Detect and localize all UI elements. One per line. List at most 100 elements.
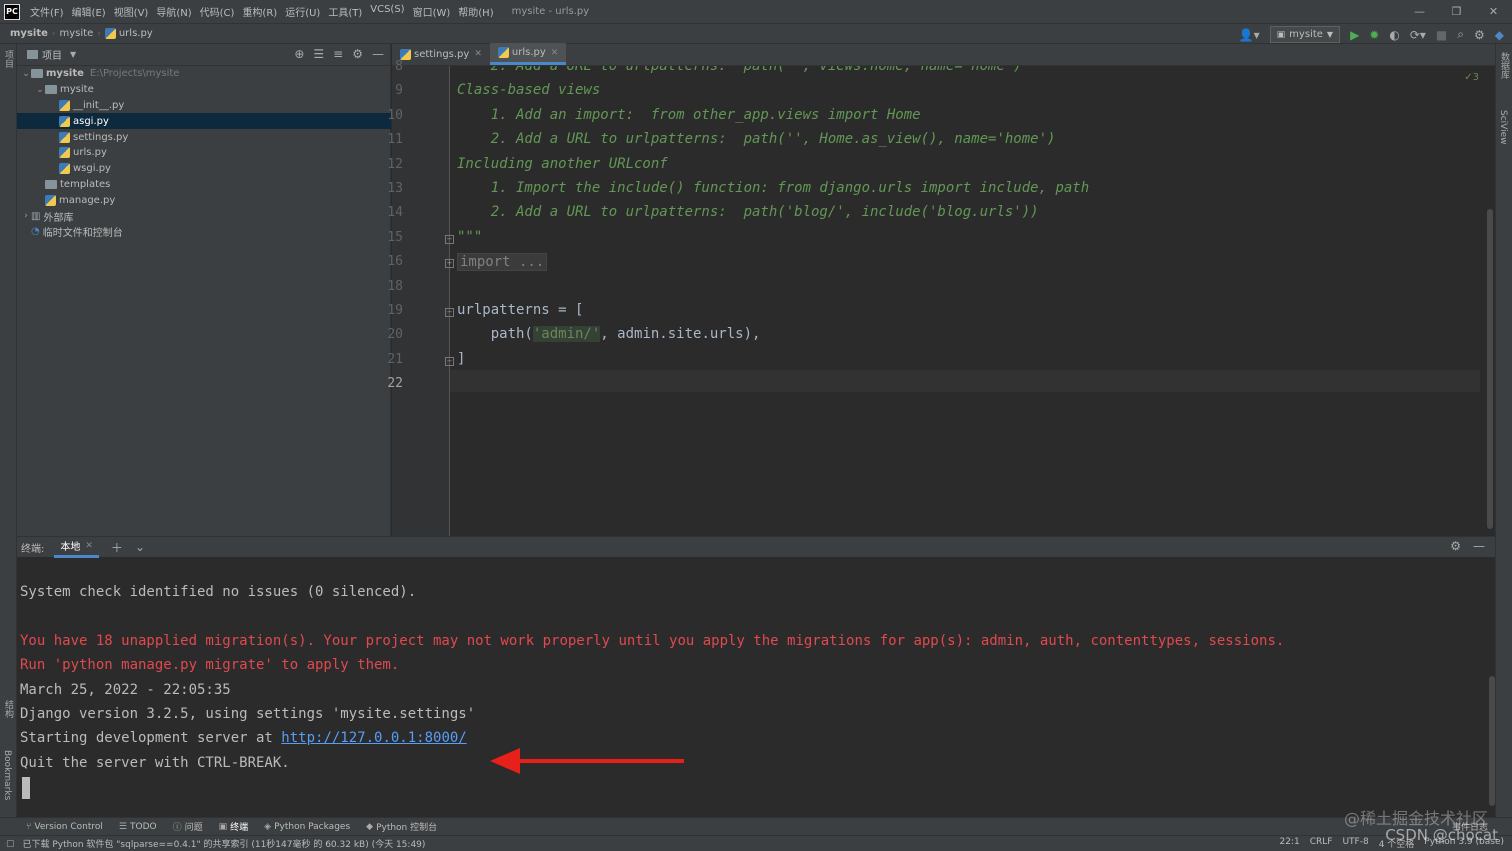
tree-item[interactable]: asgi.py xyxy=(17,113,391,130)
tree-item[interactable]: __init__.py xyxy=(17,98,391,114)
restore-button[interactable]: ❐ xyxy=(1438,0,1475,23)
sciview-tool-button[interactable]: SciView xyxy=(1498,110,1508,145)
line-number: 14 xyxy=(387,205,403,221)
fold-collapse-icon[interactable]: − xyxy=(445,356,454,366)
menu-item[interactable]: 导航(N) xyxy=(152,4,195,19)
chevron-down-icon[interactable]: ⌄ xyxy=(135,540,145,554)
chevron-down-icon[interactable]: ⌄ xyxy=(35,85,45,95)
search-icon[interactable]: ⌕ xyxy=(1457,27,1464,42)
bookmarks-tool-button[interactable]: Bookmarks xyxy=(2,750,12,800)
python-file-icon xyxy=(59,115,70,127)
add-terminal-icon[interactable]: ＋ xyxy=(111,539,123,556)
tool-window-bar: ⑂ Version Control ☰ TODO ⓘ 问题 ▣ 终端 ◈ Python Packa… xyxy=(0,817,1512,835)
line-separator[interactable]: CRLF xyxy=(1310,837,1333,850)
tree-item-label: mysite xyxy=(60,84,94,96)
hide-panel-icon[interactable]: — xyxy=(1473,539,1485,553)
run-configuration-select[interactable]: ▣ mysite ▼ xyxy=(1269,26,1341,43)
project-panel-title[interactable]: 项目 xyxy=(42,47,62,62)
watermark-csdn: CSDN @chocat xyxy=(1385,826,1498,844)
menu-item[interactable]: VCS(S) xyxy=(366,4,408,19)
fold-collapse-icon[interactable]: − xyxy=(445,234,454,244)
gear-icon[interactable]: ⚙ xyxy=(352,47,363,61)
terminal-output[interactable]: System check identified no issues (0 sil… xyxy=(20,557,1480,815)
profile-icon[interactable]: ⟳▾ xyxy=(1410,28,1426,42)
breadcrumb-package[interactable]: mysite xyxy=(56,28,98,39)
menu-item[interactable]: 窗口(W) xyxy=(409,4,455,19)
tree-item[interactable]: › ▥ 外部库 xyxy=(17,208,391,224)
gear-icon[interactable]: ⚙ xyxy=(1474,28,1485,42)
tool-window-label: TODO xyxy=(129,821,157,832)
ide-update-icon[interactable]: ◆ xyxy=(1495,28,1504,42)
terminal-tab-local[interactable]: 本地 ✕ xyxy=(54,537,99,558)
caret-position[interactable]: 22:1 xyxy=(1279,837,1299,850)
status-message[interactable]: 已下载 Python 软件包 "sqlparse==0.4.1" 的共享索引 (… xyxy=(23,837,426,850)
tree-item[interactable]: manage.py xyxy=(17,192,391,208)
menu-item[interactable]: 视图(V) xyxy=(110,4,153,19)
tree-item-label: settings.py xyxy=(73,131,129,143)
close-icon[interactable]: ✕ xyxy=(551,48,559,58)
code-line: ] xyxy=(457,350,466,367)
inspection-widget[interactable]: ✓3 xyxy=(1464,72,1479,83)
expand-all-icon[interactable]: ☰ xyxy=(313,47,324,61)
gear-icon[interactable]: ⚙ xyxy=(1450,539,1461,553)
debug-icon[interactable]: ✹ xyxy=(1369,28,1379,42)
terminal-tab-label: 本地 xyxy=(60,542,81,553)
tool-window-button[interactable]: ⑂ Version Control xyxy=(26,822,103,832)
tree-item-label: wsgi.py xyxy=(73,163,111,175)
project-view-icon xyxy=(27,50,38,59)
tool-window-button[interactable]: ◆ Python 控制台 xyxy=(366,820,437,834)
editor-scrollbar[interactable] xyxy=(1487,209,1493,529)
menu-item[interactable]: 代码(C) xyxy=(196,4,239,19)
fold-collapse-icon[interactable]: − xyxy=(445,308,454,317)
run-icon[interactable]: ▶ xyxy=(1350,28,1359,42)
structure-tool-button[interactable]: 结构 xyxy=(2,700,15,718)
menu-item[interactable]: 重构(R) xyxy=(238,4,281,19)
menu-item[interactable]: 运行(U) xyxy=(281,4,324,19)
tool-window-button[interactable]: ☰ TODO xyxy=(119,822,157,832)
fold-expand-icon[interactable]: + xyxy=(445,259,454,269)
breadcrumb-file[interactable]: urls.py xyxy=(101,28,157,39)
status-icon: ▢ xyxy=(6,838,15,849)
chevron-down-icon[interactable]: ▼ xyxy=(70,50,76,59)
tree-item[interactable]: ⌄ mysite xyxy=(17,82,391,98)
close-icon[interactable]: ✕ xyxy=(474,49,482,59)
tool-window-label: 问题 xyxy=(184,823,203,833)
terminal-line: Quit the server with CTRL-BREAK. xyxy=(20,755,290,771)
code-editor[interactable]: 2. Add a URL to urlpatterns: path('', vi… xyxy=(457,66,1487,536)
minimize-button[interactable]: — xyxy=(1401,0,1438,23)
server-url-link[interactable]: http://127.0.0.1:8000/ xyxy=(281,730,466,746)
tree-item[interactable]: wsgi.py xyxy=(17,161,391,177)
breadcrumb-project[interactable]: mysite xyxy=(0,28,52,39)
tool-window-button[interactable]: ⓘ 问题 xyxy=(173,820,203,833)
tree-item[interactable]: templates xyxy=(17,177,391,193)
terminal-scrollbar[interactable] xyxy=(1489,676,1495,806)
tree-item[interactable]: ⌄ mysite E:\Projects\mysite xyxy=(17,66,391,82)
line-number-gutter[interactable]: 8 9 10 11 12 13 14 15 − 16 +18 19 − 20 21 − 22 xyxy=(387,59,454,536)
close-icon[interactable]: ✕ xyxy=(85,541,93,551)
tree-item[interactable]: settings.py xyxy=(17,129,391,145)
python-file-icon xyxy=(59,163,70,175)
menu-item[interactable]: 文件(F) xyxy=(26,4,68,19)
tree-item[interactable]: ◔ 临时文件和控制台 xyxy=(17,224,391,240)
file-encoding[interactable]: UTF-8 xyxy=(1342,837,1368,850)
chevron-down-icon[interactable]: ⌄ xyxy=(21,69,31,79)
menu-item[interactable]: 帮助(H) xyxy=(454,4,497,19)
tool-window-button[interactable]: ◈ Python Packages xyxy=(264,822,350,832)
menu-item[interactable]: 工具(T) xyxy=(324,4,366,19)
tree-item[interactable]: urls.py xyxy=(17,145,391,161)
tab-settings-py[interactable]: settings.py ✕ xyxy=(392,43,490,65)
menu-item[interactable]: 编辑(E) xyxy=(68,4,110,19)
coverage-icon[interactable]: ◐ xyxy=(1389,28,1399,42)
tab-urls-py[interactable]: urls.py ✕ xyxy=(489,43,567,65)
line-number: 8 xyxy=(395,59,403,74)
collapse-all-icon[interactable]: ≡ xyxy=(333,47,343,61)
locate-file-icon[interactable]: ⊕ xyxy=(294,47,304,61)
user-icon[interactable]: 👤▾ xyxy=(1239,28,1260,42)
database-tool-button[interactable]: 数据库 xyxy=(1498,52,1511,79)
stop-icon[interactable]: ■ xyxy=(1436,28,1447,42)
chevron-right-icon[interactable]: › xyxy=(21,211,31,221)
code-line: Class-based views xyxy=(457,82,601,99)
tool-window-button[interactable]: ▣ 终端 xyxy=(219,820,249,834)
project-tool-button[interactable]: 项目 xyxy=(2,50,15,68)
close-window-button[interactable]: ✕ xyxy=(1475,0,1512,23)
